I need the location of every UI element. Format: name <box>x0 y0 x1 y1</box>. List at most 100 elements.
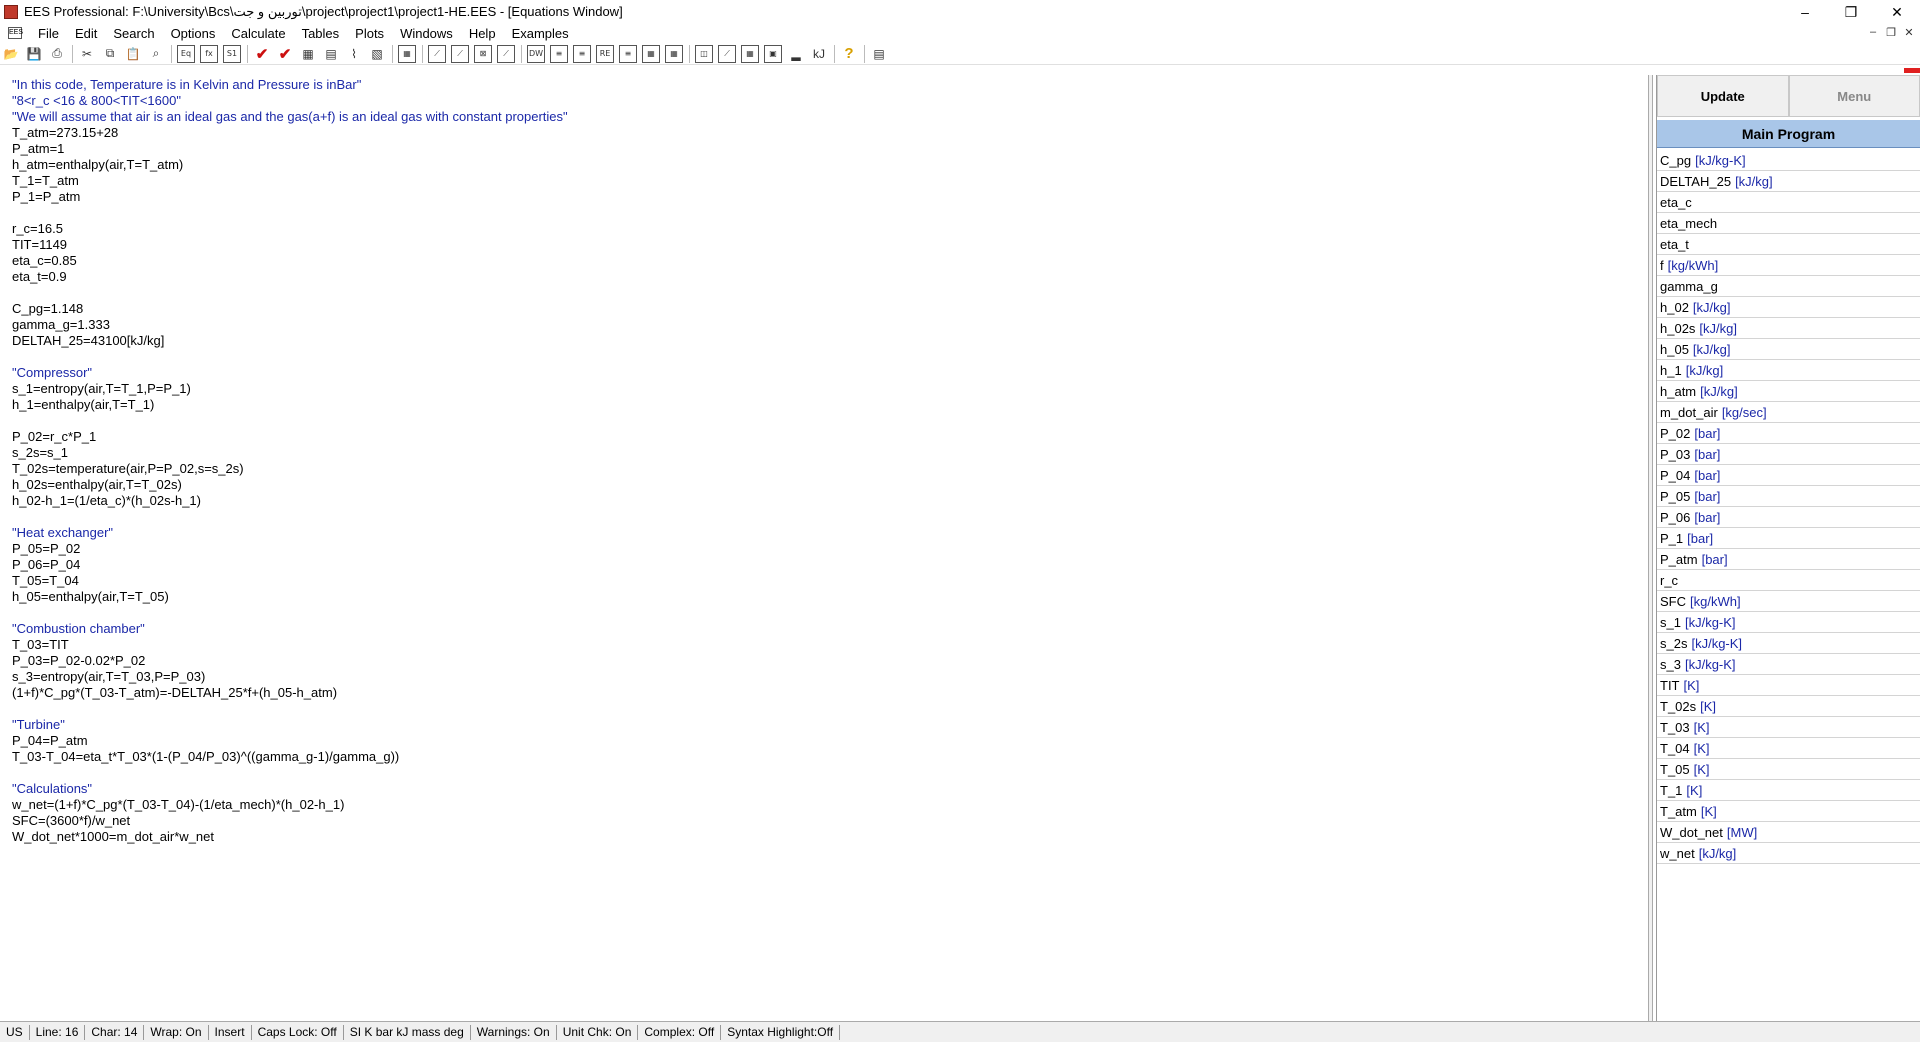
computational-flow-icon[interactable]: ≡ <box>619 44 637 63</box>
variable-row[interactable]: m_dot_air [kg/sec] <box>1657 402 1920 423</box>
variable-row[interactable]: h_02 [kJ/kg] <box>1657 297 1920 318</box>
comment-line[interactable]: "Compressor" <box>12 365 568 381</box>
variable-row[interactable]: T_02s [K] <box>1657 696 1920 717</box>
equation-line[interactable] <box>12 701 568 717</box>
equation-line[interactable]: T_03-T_04=eta_t*T_03*(1-(P_04/P_03)^((ga… <box>12 749 568 765</box>
variable-row[interactable]: T_atm [K] <box>1657 801 1920 822</box>
variable-row[interactable]: W_dot_net [MW] <box>1657 822 1920 843</box>
menu-button[interactable]: Menu <box>1788 75 1920 117</box>
menu-file[interactable]: File <box>30 26 67 41</box>
arrays-window-icon[interactable]: ≡ <box>550 44 568 63</box>
equation-line[interactable]: W_dot_net*1000=m_dot_air*w_net <box>12 829 568 845</box>
solve-icon[interactable]: ✔ <box>276 45 294 63</box>
find-icon[interactable]: ⌕ <box>147 45 165 63</box>
child-minimize-icon[interactable]: – <box>1866 26 1880 39</box>
equation-line[interactable]: h_atm=enthalpy(air,T=T_atm) <box>12 157 568 173</box>
equation-line[interactable]: T_02s=temperature(air,P=P_02,s=s_2s) <box>12 461 568 477</box>
comment-line[interactable]: "Heat exchanger" <box>12 525 568 541</box>
variable-row[interactable]: eta_c <box>1657 192 1920 213</box>
main-program-header[interactable]: Main Program <box>1657 120 1920 148</box>
solution-window-icon[interactable]: S1 <box>223 44 241 63</box>
menu-options[interactable]: Options <box>163 26 224 41</box>
equation-line[interactable] <box>12 765 568 781</box>
variable-row[interactable]: s_1 [kJ/kg-K] <box>1657 612 1920 633</box>
variable-row[interactable]: h_atm [kJ/kg] <box>1657 381 1920 402</box>
equation-line[interactable]: C_pg=1.148 <box>12 301 568 317</box>
app-icon[interactable] <box>4 5 18 19</box>
equation-line[interactable]: P_05=P_02 <box>12 541 568 557</box>
equation-line[interactable] <box>12 509 568 525</box>
image-icon[interactable]: ▣ <box>764 44 782 63</box>
variable-row[interactable]: h_1 [kJ/kg] <box>1657 360 1920 381</box>
grid-icon[interactable]: ▦ <box>741 44 759 63</box>
equation-line[interactable]: P_02=r_c*P_1 <box>12 429 568 445</box>
report-window-icon[interactable]: RE <box>596 44 614 63</box>
equation-line[interactable]: T_atm=273.15+28 <box>12 125 568 141</box>
equation-line[interactable]: w_net=(1+f)*C_pg*(T_03-T_04)-(1/eta_mech… <box>12 797 568 813</box>
equation-line[interactable]: h_02s=enthalpy(air,T=T_02s) <box>12 477 568 493</box>
equation-line[interactable]: eta_t=0.9 <box>12 269 568 285</box>
variable-row[interactable]: eta_mech <box>1657 213 1920 234</box>
comment-line[interactable]: "Turbine" <box>12 717 568 733</box>
equation-line[interactable] <box>12 413 568 429</box>
variable-row[interactable]: s_2s [kJ/kg-K] <box>1657 633 1920 654</box>
equation-line[interactable]: P_atm=1 <box>12 141 568 157</box>
comment-line[interactable]: "Combustion chamber" <box>12 621 568 637</box>
panel-splitter[interactable] <box>1648 75 1653 1021</box>
equations-text[interactable]: "In this code, Temperature is in Kelvin … <box>12 77 568 845</box>
equations-window-icon[interactable]: Eq <box>177 44 195 63</box>
formatted-equations-icon[interactable]: fx <box>200 44 218 63</box>
document-icon[interactable]: EES <box>8 27 23 39</box>
comment-line[interactable]: "Calculations" <box>12 781 568 797</box>
check-icon[interactable]: ✔ <box>253 45 271 63</box>
equation-line[interactable]: s_2s=s_1 <box>12 445 568 461</box>
menu-help[interactable]: Help <box>461 26 504 41</box>
variable-row[interactable]: P_atm [bar] <box>1657 549 1920 570</box>
debug-window-icon[interactable]: ◫ <box>695 44 713 63</box>
variable-row[interactable]: T_05 [K] <box>1657 759 1920 780</box>
variable-row[interactable]: r_c <box>1657 570 1920 591</box>
equation-line[interactable]: P_04=P_atm <box>12 733 568 749</box>
comment-line[interactable]: "8<r_c <16 & 800<TIT<1600" <box>12 93 568 109</box>
equation-line[interactable]: DELTAH_25=43100[kJ/kg] <box>12 333 568 349</box>
copy-icon[interactable]: ⧉ <box>101 45 119 63</box>
equation-line[interactable]: h_05=enthalpy(air,T=T_05) <box>12 589 568 605</box>
variable-row[interactable]: P_06 [bar] <box>1657 507 1920 528</box>
variable-row[interactable]: P_03 [bar] <box>1657 444 1920 465</box>
diagram-window-icon[interactable]: DW <box>527 44 545 63</box>
child-restore-icon[interactable]: ❐ <box>1884 26 1898 39</box>
chart-icon[interactable]: ⟋ <box>718 44 736 63</box>
calculator-icon[interactable]: ▦ <box>299 45 317 63</box>
min-max-icon[interactable]: ⌇ <box>345 45 363 63</box>
equation-line[interactable]: h_1=enthalpy(air,T=T_1) <box>12 397 568 413</box>
menu-calculate[interactable]: Calculate <box>223 26 293 41</box>
menu-windows[interactable]: Windows <box>392 26 461 41</box>
solve-table-icon[interactable]: ▤ <box>322 45 340 63</box>
variable-row[interactable]: w_net [kJ/kg] <box>1657 843 1920 864</box>
property-plot-icon[interactable]: ⟋ <box>497 44 515 63</box>
close-button[interactable]: ✕ <box>1874 0 1920 24</box>
variable-row[interactable]: h_05 [kJ/kg] <box>1657 339 1920 360</box>
equation-line[interactable]: (1+f)*C_pg*(T_03-T_atm)=-DELTAH_25*f+(h_… <box>12 685 568 701</box>
help-icon[interactable]: ? <box>840 45 858 63</box>
menu-search[interactable]: Search <box>105 26 162 41</box>
equation-line[interactable] <box>12 605 568 621</box>
paste-icon[interactable]: 📋 <box>124 45 142 63</box>
print-icon[interactable]: ⎙ <box>48 45 66 63</box>
equation-line[interactable]: gamma_g=1.333 <box>12 317 568 333</box>
equation-line[interactable]: eta_c=0.85 <box>12 253 568 269</box>
equation-line[interactable]: s_1=entropy(air,T=T_1,P=P_1) <box>12 381 568 397</box>
equation-line[interactable]: r_c=16.5 <box>12 221 568 237</box>
variable-row[interactable]: f [kg/kWh] <box>1657 255 1920 276</box>
equation-line[interactable]: T_05=T_04 <box>12 573 568 589</box>
equation-line[interactable]: s_3=entropy(air,T=T_03,P=P_03) <box>12 669 568 685</box>
variable-row[interactable]: T_1 [K] <box>1657 780 1920 801</box>
variable-row[interactable]: P_1 [bar] <box>1657 528 1920 549</box>
menu-plots[interactable]: Plots <box>347 26 392 41</box>
menu-examples[interactable]: Examples <box>504 26 577 41</box>
variable-row[interactable]: P_05 [bar] <box>1657 486 1920 507</box>
residuals-window-icon[interactable]: ≡ <box>573 44 591 63</box>
comment-line[interactable]: "We will assume that air is an ideal gas… <box>12 109 568 125</box>
equation-line[interactable]: T_03=TIT <box>12 637 568 653</box>
variable-row[interactable]: SFC [kg/kWh] <box>1657 591 1920 612</box>
